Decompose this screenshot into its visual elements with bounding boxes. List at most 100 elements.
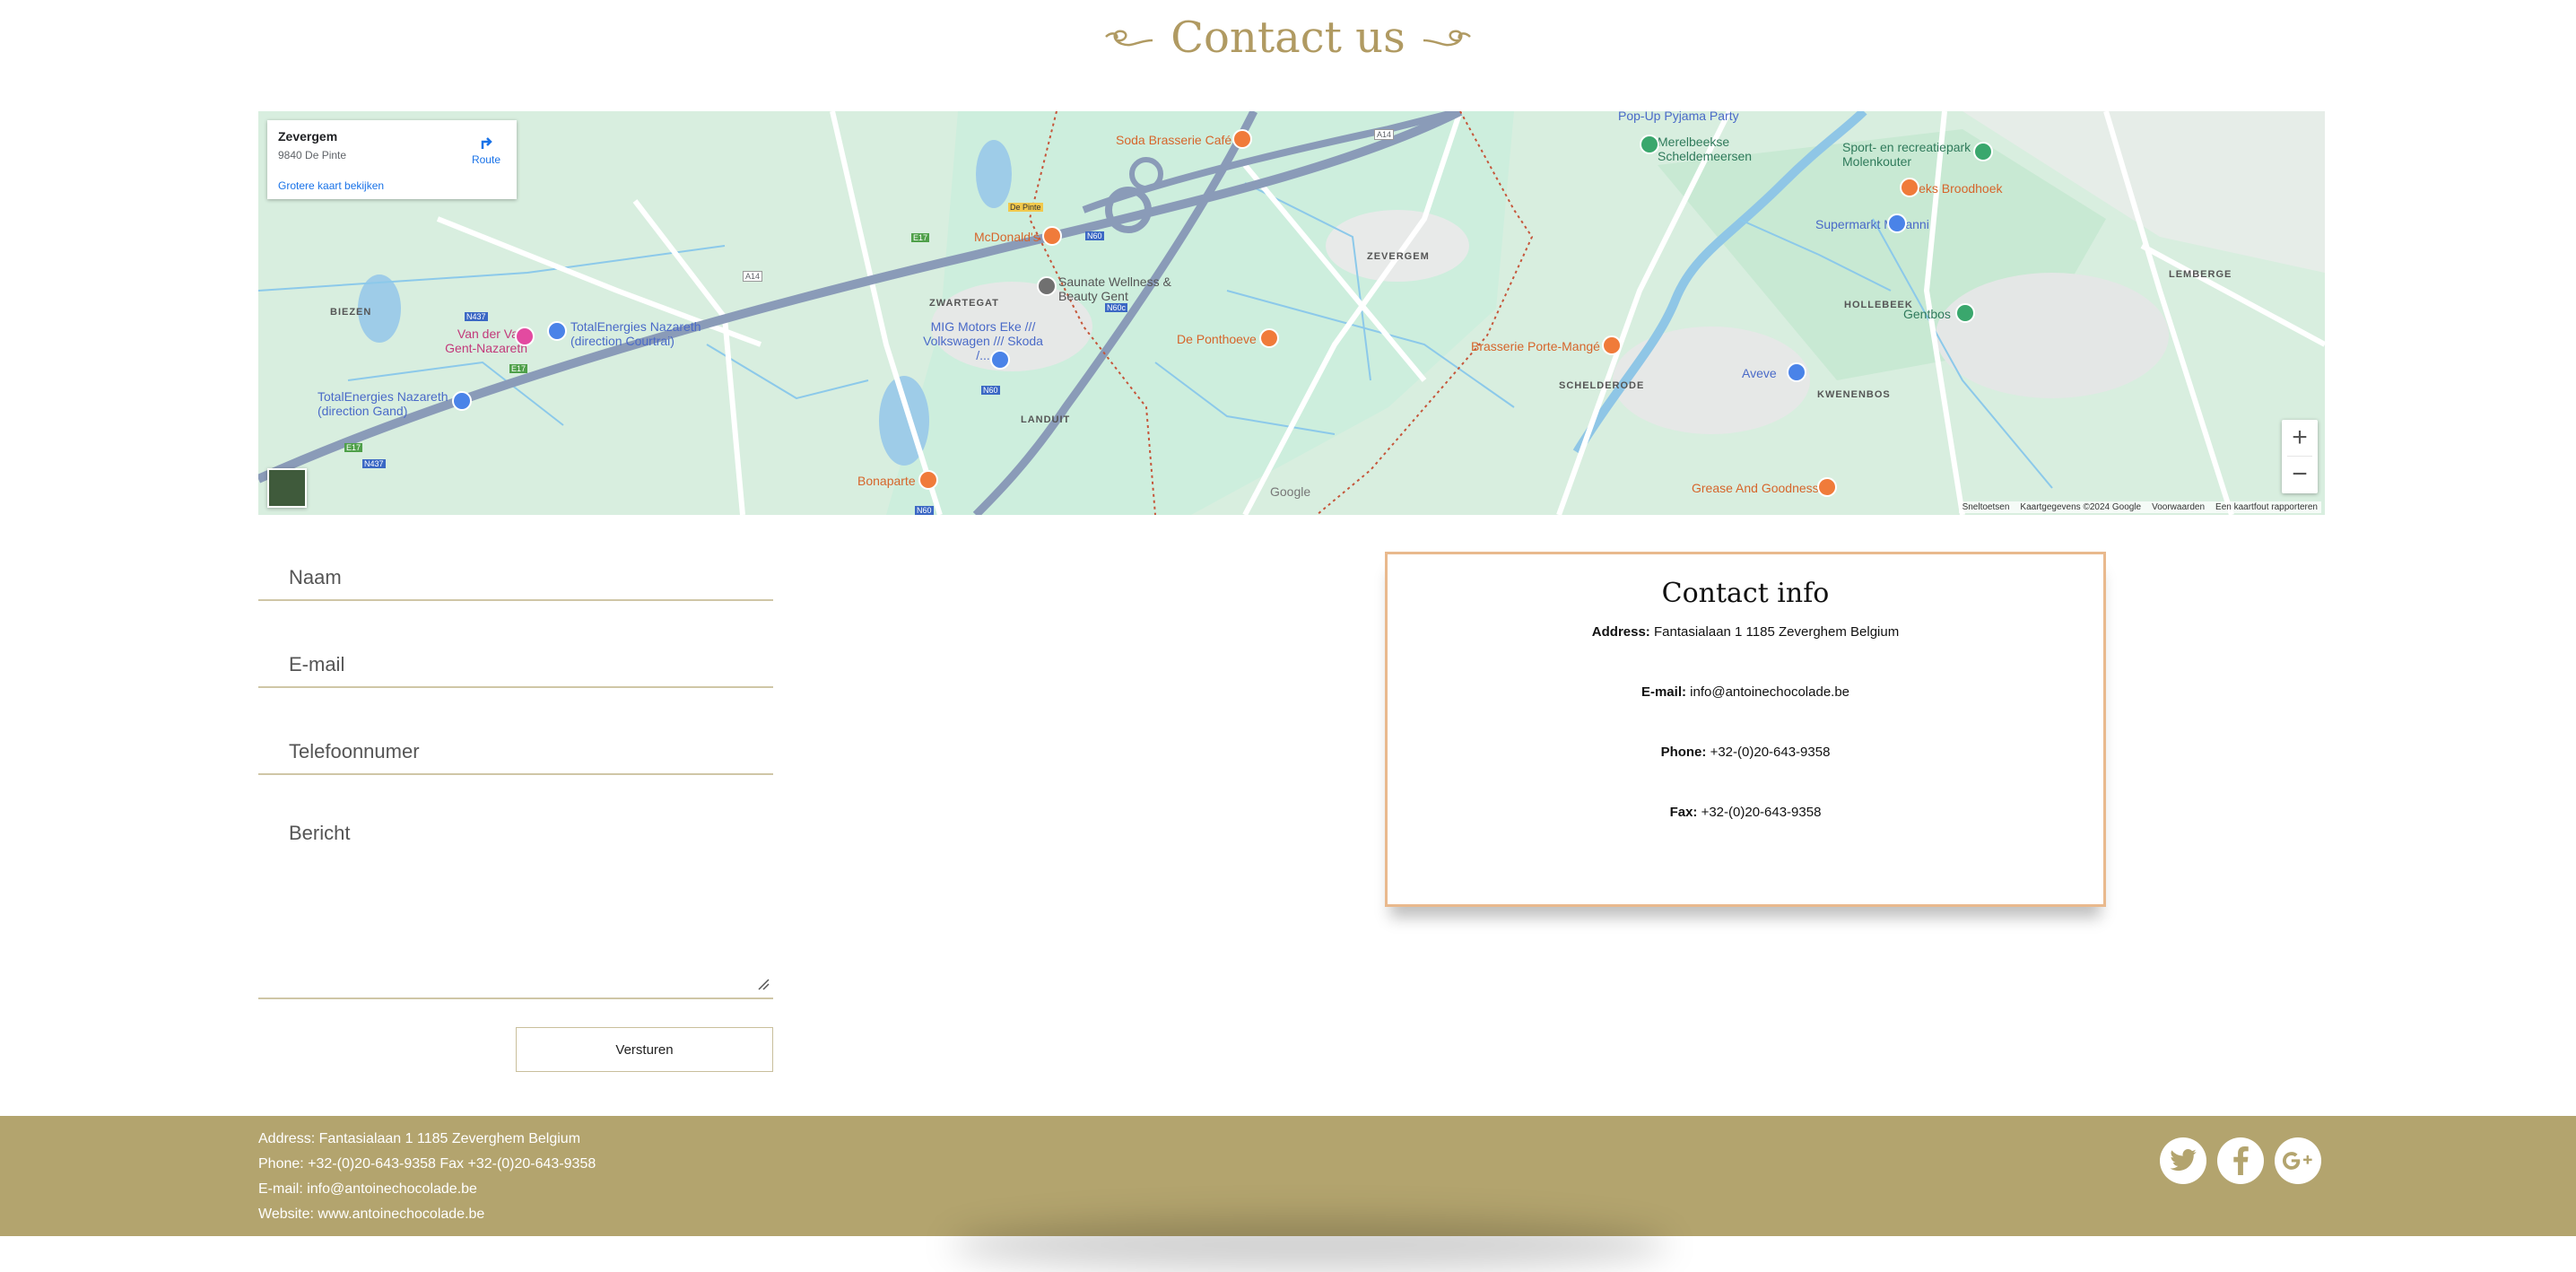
map-poi-label[interactable]: Soda Brasserie Café (1116, 133, 1231, 147)
footer-phone-fax: Phone: +32-(0)20-643-9358 Fax +32-(0)20-… (258, 1156, 596, 1172)
restaurant-pin-icon[interactable] (918, 470, 938, 490)
larger-map-link[interactable]: Grotere kaart bekijken (278, 179, 384, 192)
route-label: Route (471, 153, 500, 166)
page-title-wrap: Contact us (1102, 13, 1473, 63)
restaurant-pin-icon[interactable] (1259, 328, 1279, 348)
map-place-label: SCHELDERODE (1559, 380, 1645, 391)
road-shield: N437 (362, 459, 386, 468)
footer-email[interactable]: E-mail: info@antoinechocolade.be (258, 1181, 477, 1198)
road-shield: N60 (915, 506, 934, 515)
right-flourish-icon (1423, 30, 1471, 47)
road-shield: E17 (344, 443, 363, 452)
map-place-address: 9840 De Pinte (278, 149, 347, 161)
map-poi-label[interactable]: TotalEnergies Nazareth (direction Gand) (318, 389, 461, 418)
map-poi-label[interactable]: McDonald's (974, 230, 1040, 244)
map-place-label: ZEVERGEM (1367, 251, 1430, 262)
contact-info-title: Contact info (1661, 578, 1830, 609)
park-pin-icon[interactable] (1973, 142, 1993, 161)
fax-value: +32-(0)20-643-9358 (1701, 805, 1822, 820)
message-textarea[interactable] (258, 811, 773, 999)
left-flourish-icon (1105, 30, 1153, 47)
map-poi-label[interactable]: TotalEnergies Nazareth (direction Courtr… (570, 319, 723, 348)
map-poi-label[interactable]: Gentbos (1903, 307, 1951, 321)
twitter-icon (2170, 1149, 2197, 1172)
road-shield: N60 (981, 386, 1000, 395)
restaurant-pin-icon[interactable] (1232, 129, 1252, 149)
map-background (258, 111, 2325, 515)
road-shield: E17 (911, 233, 930, 242)
map-poi-label[interactable]: Sport- en recreatiepark Molenkouter (1842, 140, 1977, 169)
email-value[interactable]: info@antoinechocolade.be (1690, 684, 1849, 700)
address-label: Address: (1591, 624, 1650, 640)
contact-phone-row: Phone: +32-(0)20-643-9358 (1388, 745, 2103, 760)
page-title: Contact us (1171, 13, 1405, 63)
email-input[interactable] (258, 643, 773, 688)
name-input[interactable] (258, 556, 773, 601)
contact-email-row: E-mail: info@antoinechocolade.be (1388, 684, 2103, 700)
map-poi-label[interactable]: Pop-Up Pyjama Party (1618, 111, 1739, 123)
route-button[interactable]: Route (472, 133, 500, 166)
fax-label: Fax: (1669, 805, 1698, 820)
map-place-label: LANDUIT (1021, 414, 1071, 425)
map-data-text: Kaartgegevens ©2024 Google (2020, 502, 2142, 512)
phone-value: +32-(0)20-643-9358 (1710, 745, 1831, 760)
contact-info-card: Contact info Address: Fantasialaan 1 118… (1385, 552, 2106, 907)
restaurant-pin-icon[interactable] (1602, 335, 1622, 355)
road-shield: E17 (509, 364, 528, 373)
fuel-pin-icon[interactable] (547, 321, 567, 341)
map-poi-label[interactable]: Supermarkt Maranni (1815, 217, 1929, 231)
road-shield: A14 (1374, 129, 1395, 140)
facebook-button[interactable] (2217, 1137, 2264, 1184)
map-poi-label[interactable]: Merelbeekse Scheldemeersen (1658, 135, 1765, 163)
restaurant-pin-icon[interactable] (1042, 226, 1062, 246)
map-attribution: Sneltoetsen Kaartgegevens ©2024 Google V… (1958, 501, 2321, 513)
shop-pin-icon[interactable] (1787, 362, 1806, 382)
google-logo: Google (1270, 484, 1311, 499)
park-pin-icon[interactable] (1955, 303, 1975, 323)
map-place-label: KWENENBOS (1817, 389, 1891, 400)
shop-pin-icon[interactable] (1887, 213, 1907, 233)
zoom-controls: + − (2282, 420, 2318, 493)
map-poi-label[interactable]: Saunate Wellness & Beauty Gent (1058, 274, 1175, 303)
google-plus-button[interactable] (2275, 1137, 2321, 1184)
email-label: E-mail: (1640, 684, 1686, 700)
road-shield: N60c (1105, 303, 1128, 312)
terms-link[interactable]: Voorwaarden (2152, 502, 2205, 512)
spa-pin-icon[interactable] (1037, 276, 1057, 296)
fuel-pin-icon[interactable] (452, 391, 472, 411)
footer-shadow (951, 1218, 1668, 1272)
car-dealer-pin-icon[interactable] (990, 350, 1010, 370)
hotel-pin-icon[interactable] (515, 327, 535, 346)
map-poi-label[interactable]: De Ponthoeve (1177, 332, 1257, 346)
footer-address: Address: Fantasialaan 1 1185 Zeverghem B… (258, 1131, 581, 1146)
road-shield: N437 (465, 312, 488, 321)
restaurant-pin-icon[interactable] (1817, 477, 1837, 497)
zoom-out-button[interactable]: − (2282, 457, 2318, 492)
embedded-map[interactable]: ZEVERGEM ZWARTEGAT BIEZEN LANDUIT HOLLEB… (258, 111, 2325, 515)
map-poi-label[interactable]: Aveve (1742, 366, 1777, 380)
submit-button[interactable]: Versturen (516, 1027, 773, 1072)
station-label[interactable]: De Pinte (1008, 203, 1043, 212)
address-value: Fantasialaan 1 1185 Zeverghem Belgium (1653, 624, 1900, 640)
page-header: Contact us (0, 13, 2576, 63)
map-poi-label[interactable]: Grease And Goodness (1692, 481, 1819, 495)
map-poi-label[interactable]: Van der Valk Gent-Nazareth (429, 327, 527, 355)
phone-input[interactable] (258, 730, 773, 775)
satellite-toggle-button[interactable] (267, 468, 307, 508)
facebook-icon (2233, 1146, 2249, 1175)
zoom-in-button[interactable]: + (2282, 420, 2318, 456)
road-shield: A14 (743, 271, 763, 282)
keyboard-shortcuts-link[interactable]: Sneltoetsen (1962, 502, 2010, 512)
restaurant-pin-icon[interactable] (1900, 178, 1919, 197)
map-poi-label[interactable]: Brasserie Porte-Mangé (1471, 339, 1600, 353)
park-pin-icon[interactable] (1640, 135, 1659, 154)
contact-address-row: Address: Fantasialaan 1 1185 Zeverghem B… (1388, 624, 2103, 640)
map-place-label: BIEZEN (330, 307, 372, 318)
report-error-link[interactable]: Een kaartfout rapporteren (2215, 502, 2318, 512)
map-poi-label[interactable]: MIG Motors Eke /// Volkswagen /// Skoda … (920, 319, 1046, 362)
twitter-button[interactable] (2160, 1137, 2206, 1184)
map-info-box: Zevergem 9840 De Pinte Grotere kaart bek… (267, 120, 517, 199)
map-poi-label[interactable]: Bonaparte (857, 474, 916, 488)
footer-website[interactable]: Website: www.antoinechocolade.be (258, 1207, 484, 1223)
resize-handle-icon[interactable] (757, 978, 770, 990)
